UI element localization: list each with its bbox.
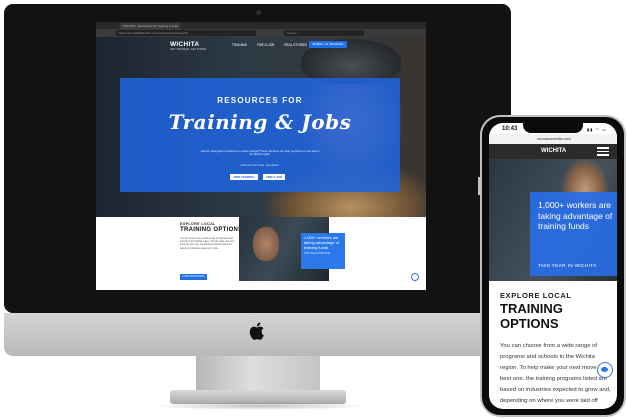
- imac-stand: [196, 356, 320, 392]
- hero-overlay-box: RESOURCES FOR Training & Jobs Laid off, …: [120, 78, 400, 192]
- phone-notch: [523, 123, 583, 133]
- hero-title-top: RESOURCES FOR: [217, 96, 303, 105]
- mobile-stat-subtext: THIS YEAR IN WICHITA: [538, 264, 597, 269]
- stat-text: 1,000+ workers are taking advantage of t…: [304, 235, 339, 250]
- mobile-stat-text: 1,000+ workers are taking advantage of t…: [538, 200, 613, 231]
- mobile-screen: 10:43 ▮▮ ◠ ▭ choosewichita.com WICHITA 1…: [489, 123, 617, 409]
- chat-icon[interactable]: [411, 273, 419, 281]
- mobile-url: choosewichita.com: [537, 136, 571, 141]
- mobile-url-bar[interactable]: choosewichita.com: [489, 134, 617, 144]
- status-time: 10:43: [502, 126, 518, 132]
- mobile-section-body: You can choose from a wide range of prog…: [500, 343, 611, 404]
- hero-title-script: Training & Jobs: [168, 110, 352, 134]
- hero-section: WICHITA GET TRAINED. GET HIRED. TRAINING…: [96, 37, 426, 217]
- hero-description: Laid off, furloughed or looking for a ca…: [200, 150, 320, 157]
- find-training-button[interactable]: FIND TRAINING: [230, 174, 258, 180]
- imac-shadow: [150, 402, 370, 410]
- site-logo[interactable]: WICHITA: [170, 41, 199, 48]
- apple-logo-icon: [249, 322, 264, 340]
- mobile-chat-icon[interactable]: [597, 362, 613, 378]
- nav-link-training[interactable]: TRAINING: [232, 43, 247, 47]
- mobile-section-title: TRAINING OPTIONS: [500, 301, 563, 331]
- stat-card: 1,000+ workers are taking advantage of t…: [301, 233, 345, 269]
- site-nav: TRAINING FIND A JOB REAL STORIES: [232, 43, 316, 47]
- mobile-header: WICHITA: [489, 144, 617, 159]
- find-a-job-button[interactable]: FIND A JOB: [263, 174, 285, 180]
- nav-link-real-stories[interactable]: REAL STORIES: [284, 43, 307, 47]
- section-title: TRAINING OPTIONS: [180, 227, 243, 233]
- camera: [256, 10, 261, 15]
- mobile-photo: 1,000+ workers are taking advantage of t…: [489, 159, 617, 281]
- section-eyebrow: EXPLORE LOCAL: [180, 222, 216, 226]
- nav-link-find-a-job[interactable]: FIND A JOB: [257, 43, 274, 47]
- enroll-button[interactable]: ENROLL IN TRAINING: [309, 41, 347, 48]
- browser-tabbar: WICHITA · Resources for Training & Jobs: [96, 22, 426, 37]
- hamburger-menu-icon[interactable]: [597, 147, 609, 156]
- desktop-screen: WICHITA · Resources for Training & Jobs …: [96, 22, 426, 290]
- url-field[interactable]: https://chooseWICHITA.com/resources-trai…: [116, 30, 256, 36]
- site-logo-tagline: GET TRAINED. GET HIRED.: [170, 48, 207, 51]
- browser-search-field[interactable]: Search: [284, 30, 364, 36]
- mobile-section-eyebrow: EXPLORE LOCAL: [500, 291, 572, 300]
- stat-subtext: THIS YEAR IN WICHITA: [304, 252, 331, 256]
- section-body: You can choose from a wide range of prog…: [180, 238, 235, 250]
- mobile-logo[interactable]: WICHITA: [541, 148, 566, 154]
- hero-subtext: Find your next move. Get started.: [240, 164, 280, 167]
- mobile-stat-card: 1,000+ workers are taking advantage of t…: [530, 192, 617, 276]
- address-bar-row: https://chooseWICHITA.com/resources-trai…: [96, 29, 426, 37]
- site-header: WICHITA GET TRAINED. GET HIRED. TRAINING…: [96, 37, 426, 55]
- status-icons: ▮▮ ◠ ▭: [587, 127, 607, 132]
- iphone-frame: 10:43 ▮▮ ◠ ▭ choosewichita.com WICHITA 1…: [478, 115, 626, 417]
- training-options-section: EXPLORE LOCAL TRAINING OPTIONS You can c…: [96, 217, 426, 290]
- find-programs-button[interactable]: FIND PROGRAMS: [180, 274, 207, 280]
